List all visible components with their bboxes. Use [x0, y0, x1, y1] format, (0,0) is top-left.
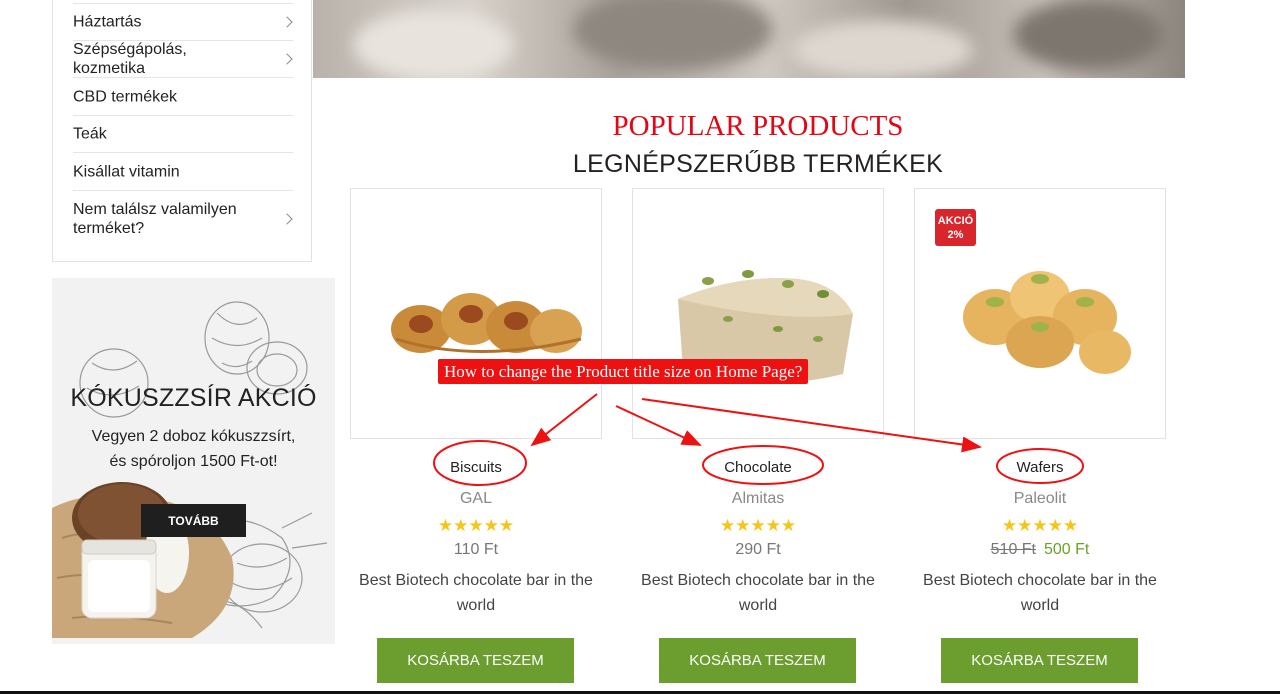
- menu-item-teak[interactable]: Teák: [73, 116, 293, 153]
- menu-item-label: Teák: [73, 125, 107, 143]
- menu-item-label: Szépségápolás, kozmetika: [73, 41, 187, 77]
- promo-more-button[interactable]: TOVÁBB: [141, 504, 246, 537]
- product-description: Best Biotech chocolate bar in the world: [359, 572, 593, 614]
- promo-text: Vegyen 2 doboz kókuszzsírt, és spóroljon…: [52, 424, 335, 474]
- rating-stars: ★★★★★: [719, 516, 797, 535]
- section-title-en: POPULAR PRODUCTS: [612, 110, 904, 142]
- promo-title: KÓKUSZZSÍR AKCIÓ: [70, 384, 317, 412]
- promo-text-line: és spóroljon 1500 Ft-ot!: [109, 453, 278, 470]
- chevron-right-icon: [281, 16, 293, 28]
- product-price: 290 Ft: [632, 541, 884, 559]
- menu-item-szepsegapolas[interactable]: Szépségápolás, kozmetika: [73, 41, 293, 78]
- chevron-right-icon: [281, 53, 293, 65]
- product-price: 510 Ft 500 Ft: [914, 541, 1166, 559]
- product-brand: Almitas: [731, 490, 785, 507]
- sale-badge-percent: 2%: [947, 228, 964, 241]
- section-title-hu: LEGNÉPSZERŰBB TERMÉKEK: [572, 150, 944, 178]
- chevron-right-icon: [281, 213, 293, 225]
- category-menu: Háztartás Szépségápolás, kozmetika CBD t…: [52, 0, 312, 262]
- sale-badge: AKCIÓ 2%: [935, 209, 976, 246]
- menu-item-label: Kisállat vitamin: [73, 163, 180, 180]
- product-price: 110 Ft: [350, 541, 602, 559]
- sale-badge-label: AKCIÓ: [937, 214, 974, 227]
- menu-item-nem-talalsz[interactable]: Nem találsz valamilyen terméket?: [73, 191, 293, 247]
- product-image[interactable]: AKCIÓ 2%: [914, 188, 1166, 439]
- product-title[interactable]: Biscuits: [350, 459, 602, 476]
- menu-item-label: Háztartás: [73, 13, 142, 31]
- rating-stars: ★★★★★: [437, 516, 515, 535]
- price-current: 110 Ft: [453, 541, 499, 558]
- price-current: 290 Ft: [735, 541, 781, 558]
- add-to-cart-button[interactable]: KOSÁRBA TESZEM: [659, 638, 856, 683]
- product-brand: Paleolit: [1013, 490, 1067, 507]
- add-to-cart-button[interactable]: KOSÁRBA TESZEM: [377, 638, 574, 683]
- menu-item-label: CBD termékek: [73, 88, 178, 105]
- product-title[interactable]: Wafers: [914, 459, 1166, 476]
- promo-text-line: Vegyen 2 doboz kókuszzsírt,: [91, 428, 296, 445]
- menu-item-cbd[interactable]: CBD termékek: [73, 78, 293, 116]
- product-image[interactable]: [350, 188, 602, 439]
- menu-item-label: Nem találsz valamilyen terméket?: [73, 201, 237, 237]
- product-brand: GAL: [459, 490, 492, 507]
- annotation-question: How to change the Product title size on …: [438, 359, 809, 384]
- price-old: 510 Ft: [990, 541, 1036, 558]
- menu-item-haztartas[interactable]: Háztartás: [73, 4, 293, 41]
- price-current: 500 Ft: [1044, 541, 1090, 558]
- hero-banner-image: [313, 0, 1185, 78]
- add-to-cart-button[interactable]: KOSÁRBA TESZEM: [941, 638, 1138, 683]
- coconut-promo-banner[interactable]: KÓKUSZZSÍR AKCIÓ Vegyen 2 doboz kókuszzs…: [52, 278, 335, 644]
- product-description: Best Biotech chocolate bar in the world: [641, 572, 875, 614]
- menu-item-kisallat[interactable]: Kisállat vitamin: [73, 153, 293, 191]
- product-image[interactable]: [632, 188, 884, 439]
- product-description: Best Biotech chocolate bar in the world: [923, 572, 1157, 614]
- rating-stars: ★★★★★: [1001, 516, 1079, 535]
- product-title[interactable]: Chocolate: [632, 459, 884, 476]
